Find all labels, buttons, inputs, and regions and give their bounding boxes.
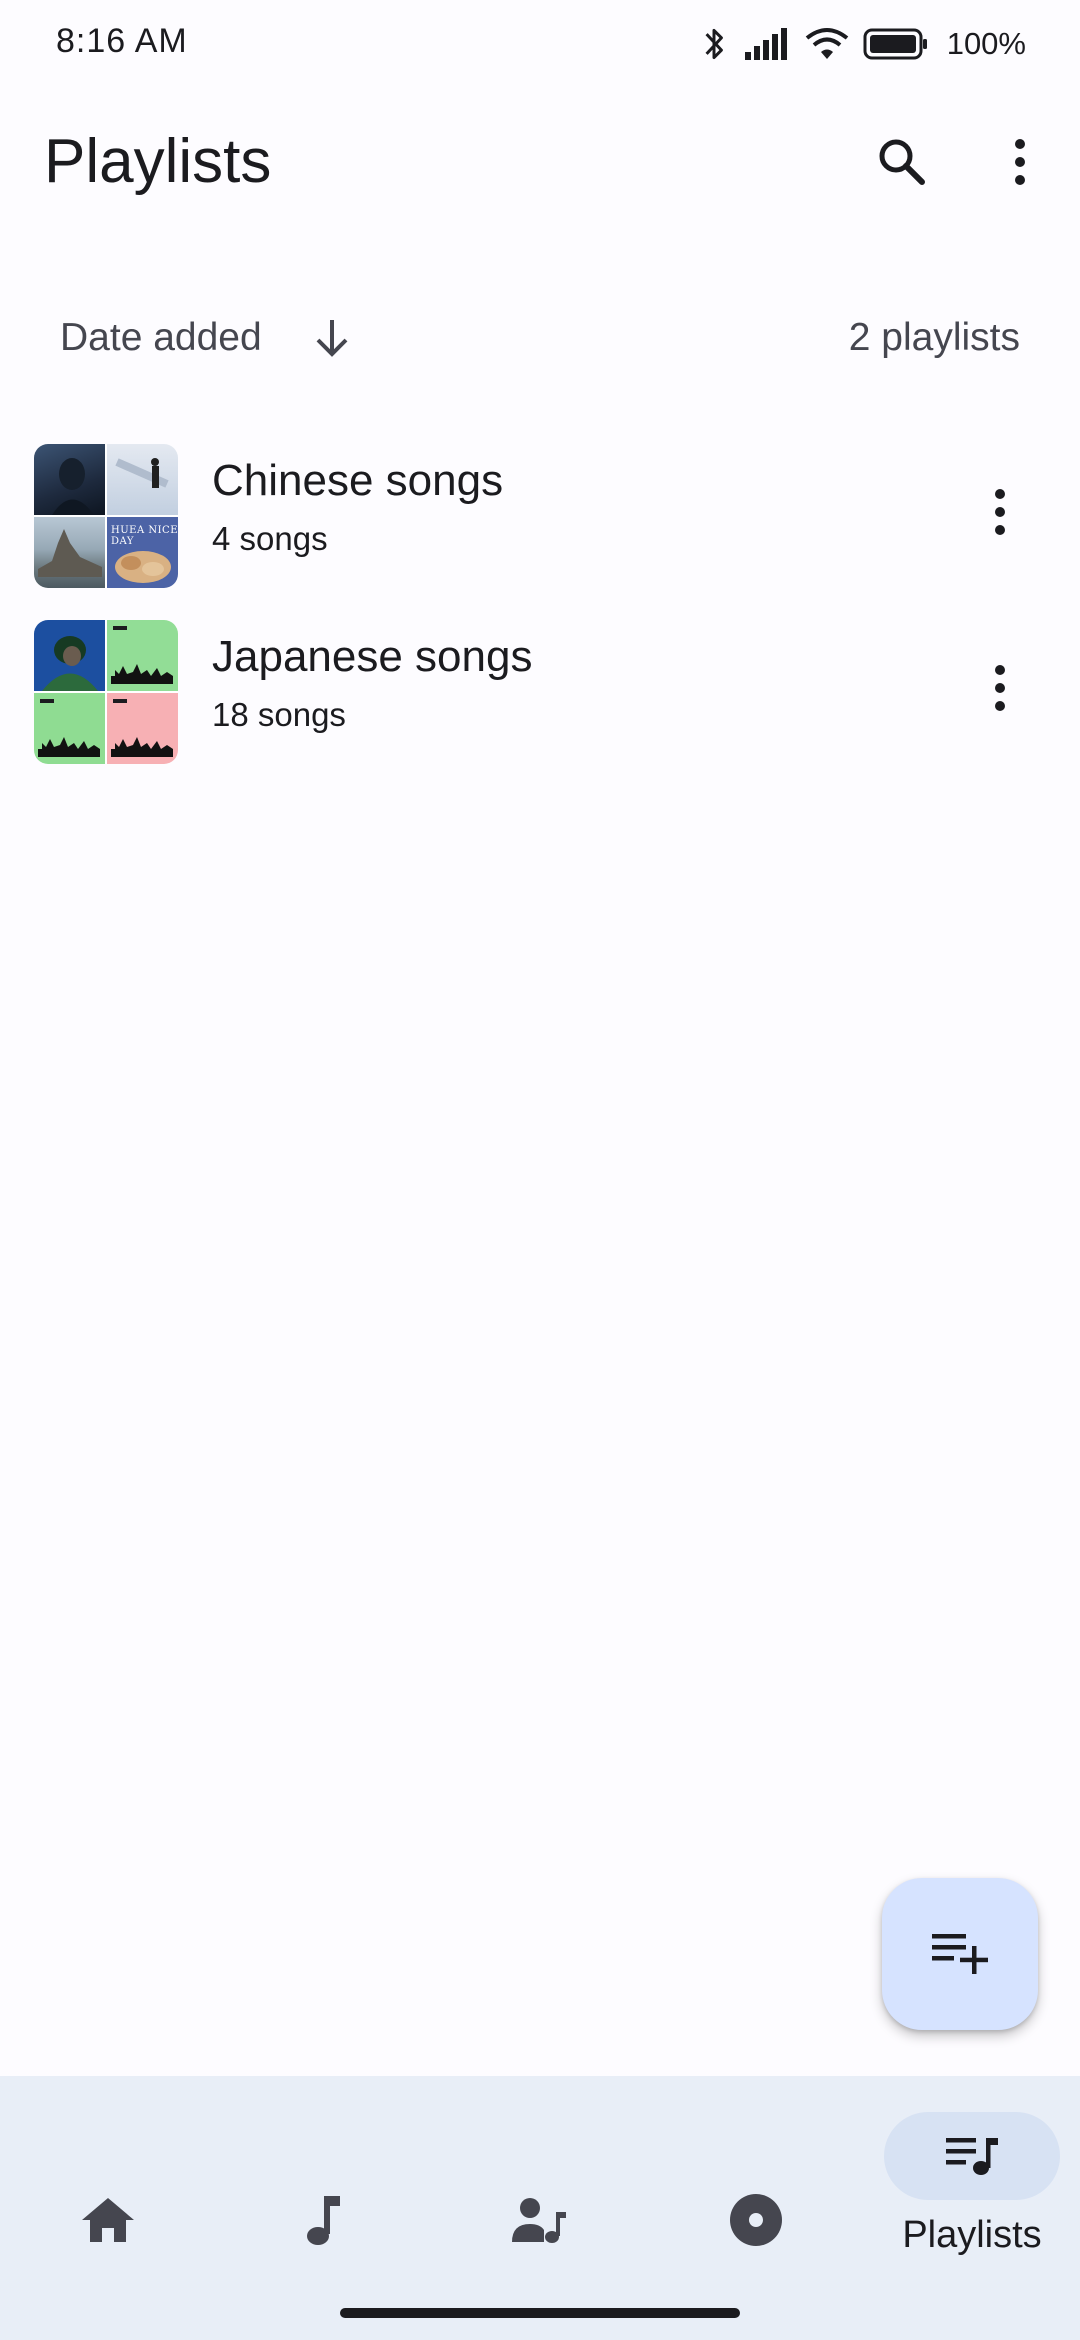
playlist-more-button[interactable] bbox=[964, 650, 1036, 730]
playlist-cover: HUEA NICE DAY bbox=[34, 444, 178, 588]
status-icons: 100% bbox=[699, 20, 1026, 68]
playlist-more-button[interactable] bbox=[964, 474, 1036, 554]
cover-art: HUEA NICE DAY bbox=[107, 517, 178, 588]
home-icon bbox=[76, 2188, 140, 2252]
sort-order-button[interactable]: Date added bbox=[60, 316, 262, 360]
nav-label-playlists: Playlists bbox=[902, 2214, 1042, 2256]
cover-art bbox=[107, 444, 178, 515]
page-title: Playlists bbox=[44, 127, 272, 196]
nav-item-albums[interactable] bbox=[648, 2076, 864, 2276]
bluetooth-icon bbox=[699, 23, 729, 65]
more-vert-icon bbox=[990, 662, 1010, 719]
playlist-name: Japanese songs bbox=[212, 632, 533, 681]
battery-icon bbox=[863, 27, 929, 61]
wifi-icon bbox=[805, 26, 849, 62]
more-options-button[interactable] bbox=[984, 128, 1056, 200]
nav-item-playlists[interactable]: Playlists bbox=[864, 2076, 1080, 2276]
playlist-item[interactable]: Japanese songs 18 songs bbox=[0, 610, 1080, 770]
cover-art bbox=[34, 444, 105, 515]
artist-icon bbox=[508, 2188, 572, 2252]
battery-percentage: 100% bbox=[946, 26, 1026, 61]
status-bar: 8:16 AM 100% bbox=[0, 0, 1080, 90]
music-note-icon bbox=[292, 2188, 356, 2252]
playlist-cover bbox=[34, 620, 178, 764]
search-button[interactable] bbox=[866, 128, 938, 200]
status-time: 8:16 AM bbox=[56, 22, 188, 60]
cover-art bbox=[34, 693, 105, 764]
sort-row: Date added 2 playlists bbox=[0, 300, 1080, 380]
playlist-song-count: 18 songs bbox=[212, 696, 346, 733]
nav-item-home[interactable] bbox=[0, 2076, 216, 2276]
playlist-name: Chinese songs bbox=[212, 456, 504, 505]
playlist-song-count: 4 songs bbox=[212, 520, 328, 557]
more-vert-icon bbox=[990, 486, 1010, 543]
search-icon bbox=[874, 134, 930, 195]
new-playlist-fab[interactable] bbox=[882, 1878, 1038, 2030]
album-icon bbox=[724, 2188, 788, 2252]
queue-music-icon bbox=[940, 2124, 1004, 2188]
bottom-navigation: Playlists bbox=[0, 2076, 1080, 2340]
cover-art bbox=[107, 693, 178, 764]
screen: 8:16 AM 100% Playlists Date added 2 play… bbox=[0, 0, 1080, 2340]
more-vert-icon bbox=[1010, 136, 1030, 193]
playlist-add-icon bbox=[930, 1930, 990, 1979]
sort-direction-button[interactable] bbox=[304, 312, 360, 368]
signal-icon bbox=[743, 26, 791, 62]
cover-art bbox=[34, 517, 105, 588]
nav-item-songs[interactable] bbox=[216, 2076, 432, 2276]
cover-art bbox=[107, 620, 178, 691]
cover-art bbox=[34, 620, 105, 691]
playlist-count: 2 playlists bbox=[848, 316, 1020, 359]
arrow-down-icon bbox=[312, 316, 352, 365]
gesture-home-indicator[interactable] bbox=[340, 2308, 740, 2318]
nav-item-artists[interactable] bbox=[432, 2076, 648, 2276]
playlist-item[interactable]: HUEA NICE DAY Chinese songs 4 songs bbox=[0, 434, 1080, 594]
